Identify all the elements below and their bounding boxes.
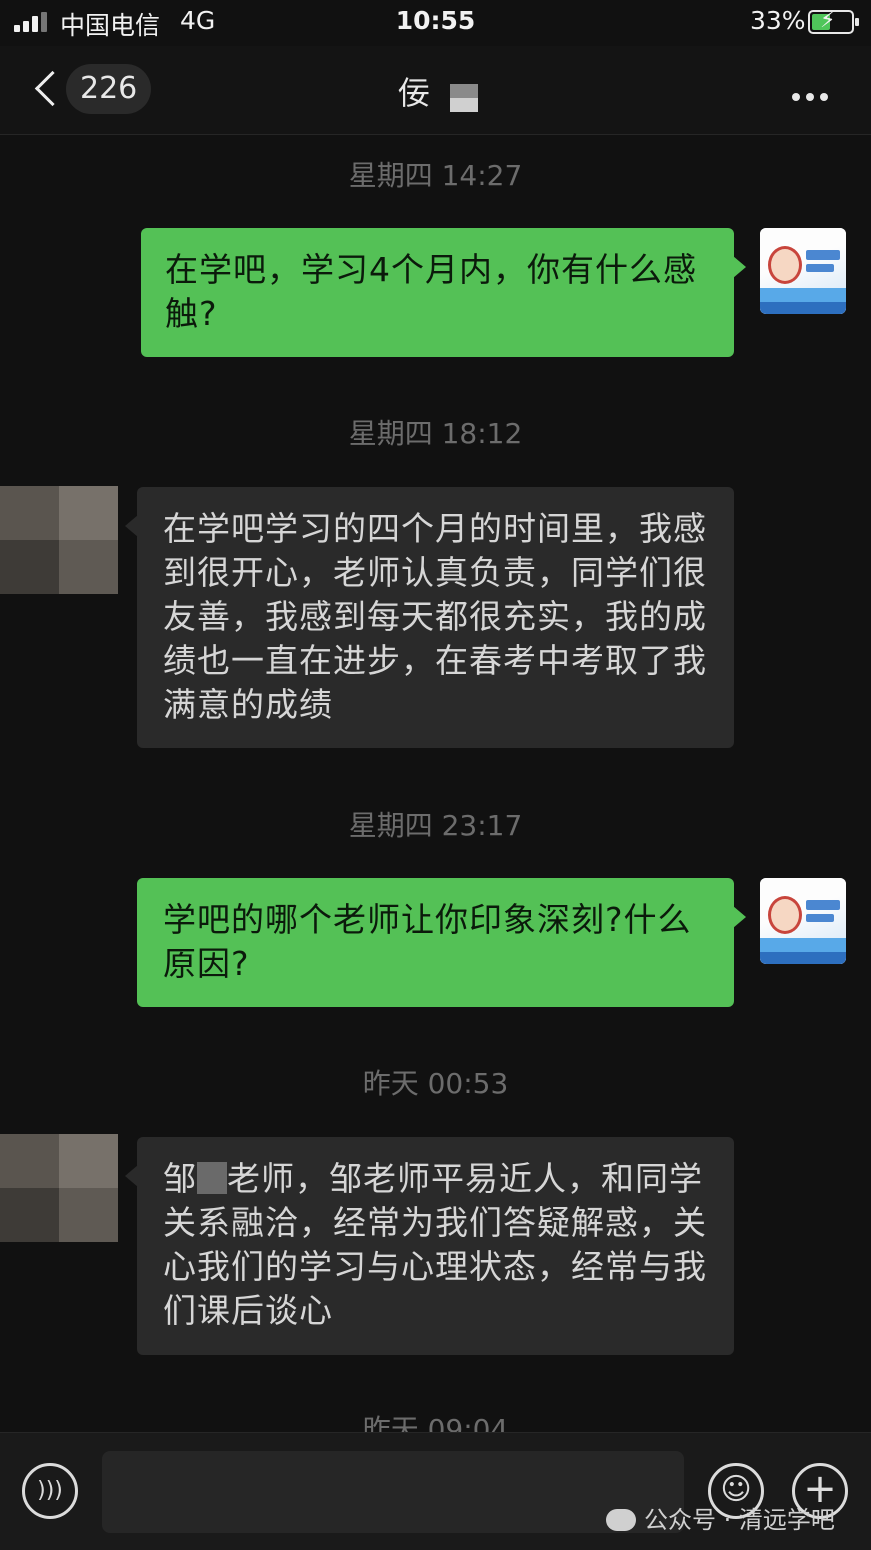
unread-count-badge[interactable]: 226	[66, 64, 152, 114]
my-avatar[interactable]	[760, 878, 846, 964]
status-bar: 中国电信 4G 10:55 33% ⚡	[0, 0, 871, 46]
watermark-text: 公众号 · 清远学吧	[644, 1506, 835, 1534]
timestamp: 星期四 23:17	[348, 809, 523, 842]
timestamp: 昨天 00:53	[362, 1067, 509, 1100]
more-dots-icon[interactable]	[792, 86, 834, 105]
outgoing-message[interactable]: 在学吧，学习4个月内，你有什么感触?	[141, 228, 746, 357]
contact-avatar-blurred[interactable]	[0, 1134, 118, 1242]
message-text-start: 邹	[163, 1159, 197, 1198]
battery-icon: ⚡	[808, 8, 859, 34]
watermark: 公众号 · 清远学吧	[606, 1500, 835, 1535]
incoming-message[interactable]: 在学吧学习的四个月的时间里，我感到很开心，老师认真负责，同学们很友善，我感到每天…	[125, 487, 734, 748]
message-text-rest: 老师，邹老师平易近人，和同学关系融洽，经常为我们答疑解惑，关心我们的学习与心理状…	[163, 1159, 707, 1330]
title-redacted	[450, 84, 478, 112]
back-chevron-icon[interactable]	[30, 68, 64, 112]
timestamp: 星期四 14:27	[348, 159, 523, 192]
wechat-icon	[606, 1509, 636, 1531]
incoming-message[interactable]: 邹老师，邹老师平易近人，和同学关系融洽，经常为我们答疑解惑，关心我们的学习与心理…	[125, 1137, 734, 1355]
voice-icon[interactable]: )))	[22, 1463, 78, 1519]
my-avatar[interactable]	[760, 228, 846, 314]
chat-header: 226 佞	[0, 46, 871, 135]
contact-avatar-blurred[interactable]	[0, 486, 118, 594]
redacted-name-block	[197, 1162, 227, 1194]
message-input[interactable]	[102, 1451, 684, 1533]
chat-title: 佞	[398, 74, 431, 112]
battery-percent: 33%	[750, 6, 806, 35]
charging-bolt-icon: ⚡	[820, 8, 836, 33]
outgoing-message[interactable]: 学吧的哪个老师让你印象深刻?什么原因?	[137, 878, 746, 1007]
timestamp: 星期四 18:12	[348, 417, 523, 450]
status-time: 10:55	[395, 6, 476, 35]
